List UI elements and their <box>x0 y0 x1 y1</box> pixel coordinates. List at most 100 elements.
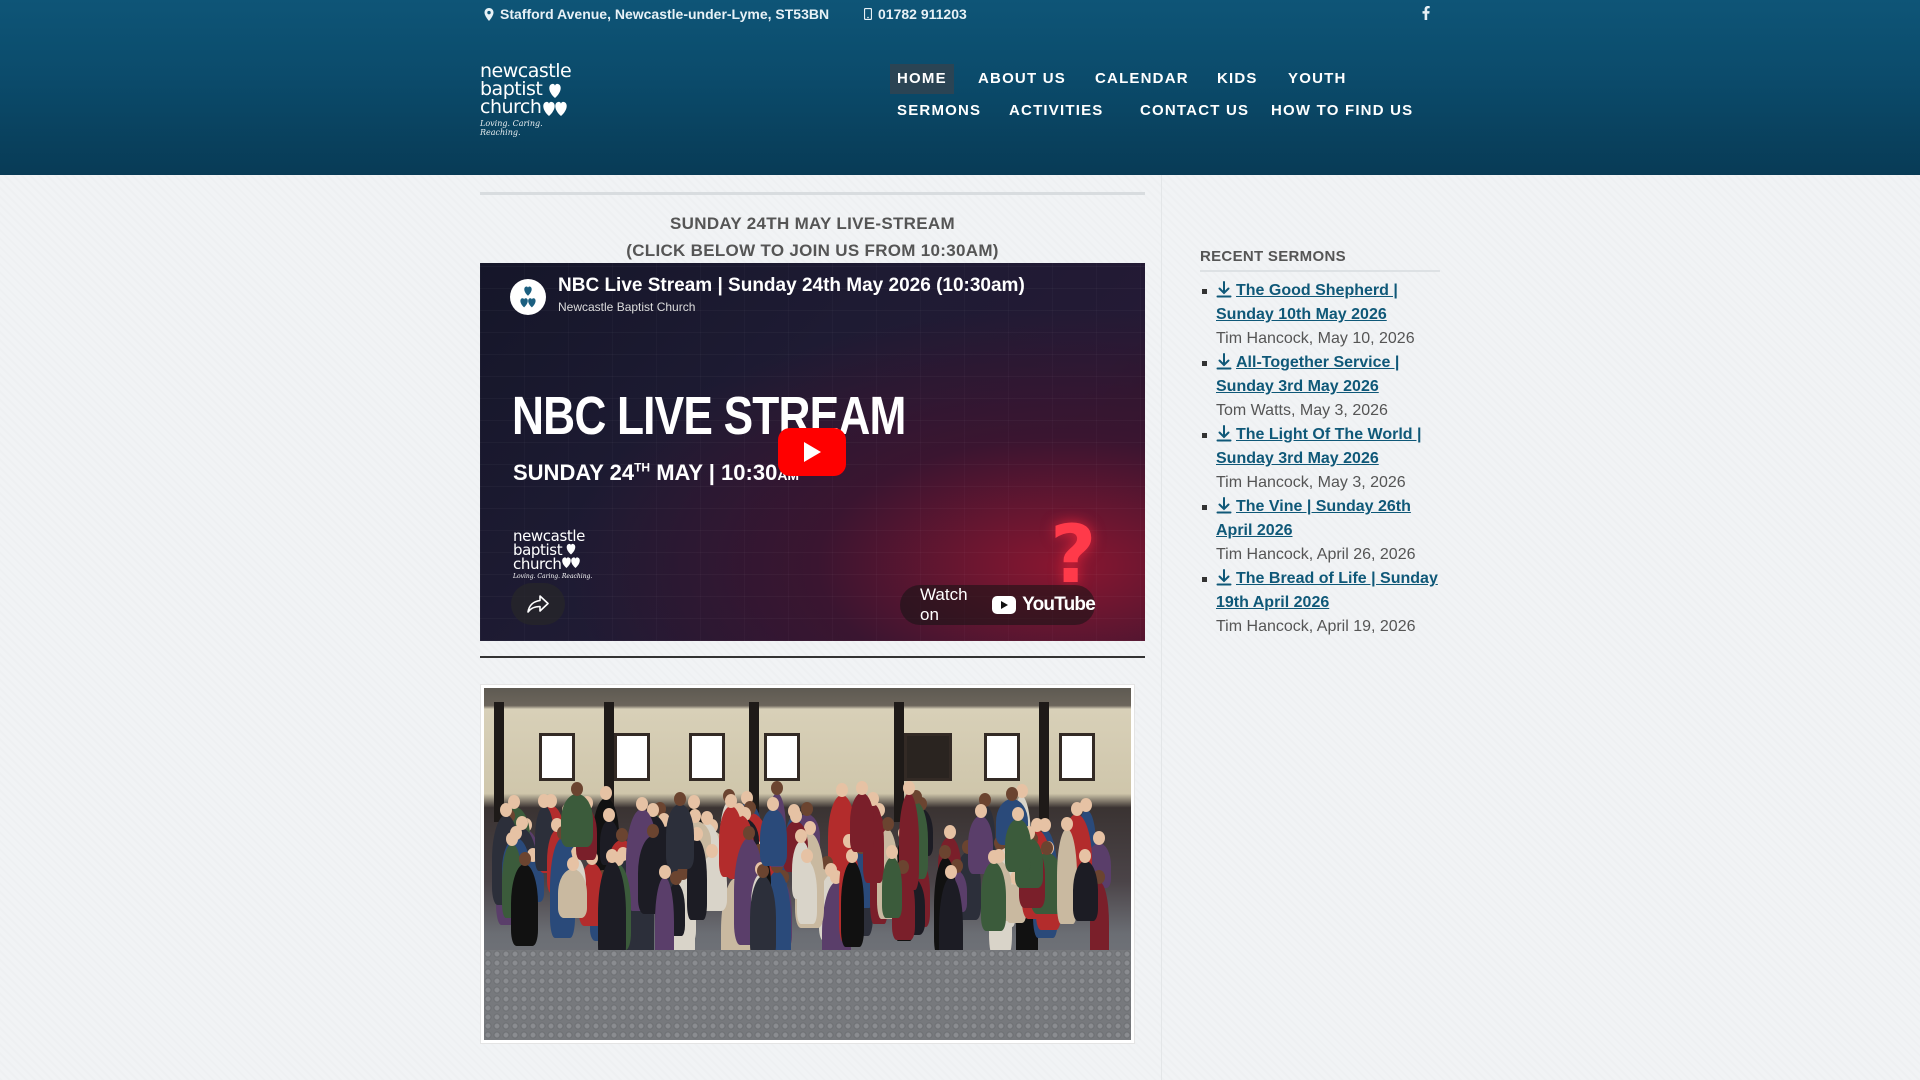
photo-person-head <box>987 849 1000 864</box>
facebook-icon <box>1422 6 1430 20</box>
sermon-link[interactable]: The Bread of Life | Sunday 19th April 20… <box>1216 569 1438 611</box>
watch-on-youtube-button[interactable]: Watch on YouTube <box>900 585 1096 625</box>
congregation-photo-image <box>484 688 1131 1040</box>
sermon-link[interactable]: All-Together Service | Sunday 3rd May 20… <box>1216 353 1399 395</box>
map-pin-icon <box>484 7 494 21</box>
photo-person-head <box>1011 807 1024 822</box>
youtube-wordmark: YouTube <box>1022 594 1096 615</box>
sermon-meta: Tom Watts, May 3, 2026 <box>1216 402 1388 419</box>
photo-person-head <box>771 781 784 796</box>
photo-person-head <box>669 870 682 885</box>
overlay-date-sup: TH <box>634 460 651 475</box>
sermon-link[interactable]: The Light Of The World | Sunday 3rd May … <box>1216 425 1422 467</box>
livestream-headline: SUNDAY 24TH MAY LIVE-STREAM (CLICK BELOW… <box>480 210 1145 264</box>
photo-person <box>881 856 902 918</box>
download-icon <box>1216 281 1232 298</box>
sermon-link[interactable]: The Vine | Sunday 26th April 2026 <box>1216 497 1411 539</box>
sermon-list: The Good Shepherd | Sunday 10th May 2026… <box>1200 279 1440 639</box>
photo-person-head <box>1070 801 1083 816</box>
headline-line-2: (CLICK BELOW TO JOIN US FROM 10:30AM) <box>626 241 999 260</box>
address-text: Stafford Avenue, Newcastle-under-Lyme, S… <box>500 6 830 22</box>
video-title[interactable]: NBC Live Stream | Sunday 24th May 2026 (… <box>558 275 1025 297</box>
photo-person-head <box>836 783 849 798</box>
overlay-date-prefix: SUNDAY 24 <box>513 460 635 485</box>
sermon-item: The Good Shepherd | Sunday 10th May 2026… <box>1200 279 1440 351</box>
logo-tagline: Loving. Caring. Reaching. <box>480 119 543 137</box>
play-icon <box>804 442 821 462</box>
nav-about-us[interactable]: ABOUT US <box>971 64 1073 94</box>
video-logo-tagline: Loving. Caring. Reaching. <box>513 573 593 580</box>
headline-line-1: SUNDAY 24TH MAY LIVE-STREAM <box>670 214 955 233</box>
video-overlay-date: SUNDAY 24TH MAY | 10:30AM <box>513 460 799 486</box>
sermon-title: The Vine | Sunday 26th April 2026 <box>1216 498 1411 539</box>
nav-home[interactable]: HOME <box>890 64 954 94</box>
photo-person <box>510 863 539 946</box>
nav-kids[interactable]: KIDS <box>1210 64 1265 94</box>
channel-avatar[interactable] <box>510 279 546 315</box>
content-divider <box>480 656 1145 658</box>
recent-sermons-heading: RECENT SERMONS <box>1200 248 1440 272</box>
photo-person-head <box>518 851 531 866</box>
hearts-logo-icon <box>562 543 580 568</box>
sermon-item: All-Together Service | Sunday 3rd May 20… <box>1200 351 1440 423</box>
photo-window <box>614 733 650 781</box>
phone[interactable]: 01782 911203 <box>864 6 967 22</box>
photo-person-head <box>658 864 671 879</box>
download-icon <box>1216 353 1232 370</box>
sermon-meta: Tim Hancock, April 26, 2026 <box>1216 546 1416 563</box>
photo-person <box>759 808 787 867</box>
site-header: Stafford Avenue, Newcastle-under-Lyme, S… <box>0 0 1920 175</box>
share-button[interactable] <box>511 583 565 625</box>
photo-person-head <box>974 803 987 818</box>
photo-window <box>539 733 575 781</box>
photo-person <box>558 869 588 919</box>
phone-text: 01782 911203 <box>878 6 967 22</box>
youtube-embed[interactable]: NBC Live Stream | Sunday 24th May 2026 (… <box>480 263 1145 641</box>
photo-person <box>850 793 874 853</box>
photo-person-head <box>1093 830 1106 845</box>
photo-person-head <box>943 825 956 840</box>
photo-person-head <box>902 781 915 796</box>
recent-sermons-sidebar: RECENT SERMONS The Good Shepherd | Sunda… <box>1200 248 1440 639</box>
sermon-title: The Bread of Life | Sunday 19th April 20… <box>1216 570 1438 611</box>
top-divider <box>480 192 1145 195</box>
nav-calendar[interactable]: CALENDAR <box>1088 64 1196 94</box>
nav-row-1: HOME ABOUT US CALENDAR KIDS YOUTH <box>890 64 1450 96</box>
photo-person <box>1004 819 1031 873</box>
photo-person <box>750 875 777 961</box>
photo-cobblestones <box>484 950 1131 1040</box>
sermon-meta: Tim Hancock, May 10, 2026 <box>1216 330 1415 347</box>
photo-crowd <box>484 781 1131 987</box>
phone-icon <box>864 8 872 20</box>
address: Stafford Avenue, Newcastle-under-Lyme, S… <box>484 6 829 22</box>
youtube-icon <box>992 596 1017 614</box>
video-overlay-title: NBC LIVE STREAM <box>512 386 906 446</box>
nav-activities[interactable]: ACTIVITIES <box>1002 96 1111 126</box>
photo-person-head <box>856 781 869 796</box>
photo-person <box>665 804 695 869</box>
sermon-item: The Vine | Sunday 26th April 2026 Tim Ha… <box>1200 495 1440 567</box>
photo-person-head <box>1041 840 1054 855</box>
nav-how-to-find-us[interactable]: HOW TO FIND US <box>1264 96 1420 126</box>
video-channel[interactable]: Newcastle Baptist Church <box>558 300 695 314</box>
sermon-item: The Bread of Life | Sunday 19th April 20… <box>1200 567 1440 639</box>
photo-doorway <box>904 733 952 781</box>
sermon-link[interactable]: The Good Shepherd | Sunday 10th May 2026 <box>1216 281 1398 323</box>
photo-window <box>1059 733 1095 781</box>
photo-person <box>980 861 1007 931</box>
photo-person-head <box>635 796 648 811</box>
play-button[interactable] <box>778 428 846 476</box>
download-icon <box>1216 497 1232 514</box>
nav-sermons[interactable]: SERMONS <box>890 96 988 126</box>
facebook-link[interactable] <box>1422 6 1430 20</box>
share-icon <box>527 595 549 613</box>
nav-youth[interactable]: YOUTH <box>1281 64 1354 94</box>
main-nav: HOME ABOUT US CALENDAR KIDS YOUTH SERMON… <box>890 64 1450 128</box>
nav-contact-us[interactable]: CONTACT US <box>1133 96 1256 126</box>
photo-person <box>1073 861 1098 922</box>
photo-person-head <box>600 785 613 800</box>
video-logo-line-3: church <box>513 555 562 573</box>
nav-row-2: SERMONS ACTIVITIES CONTACT US HOW TO FIN… <box>890 96 1450 128</box>
site-logo[interactable]: newcastle baptist church Loving. Caring.… <box>480 62 576 138</box>
sidebar-divider <box>1161 175 1162 1080</box>
